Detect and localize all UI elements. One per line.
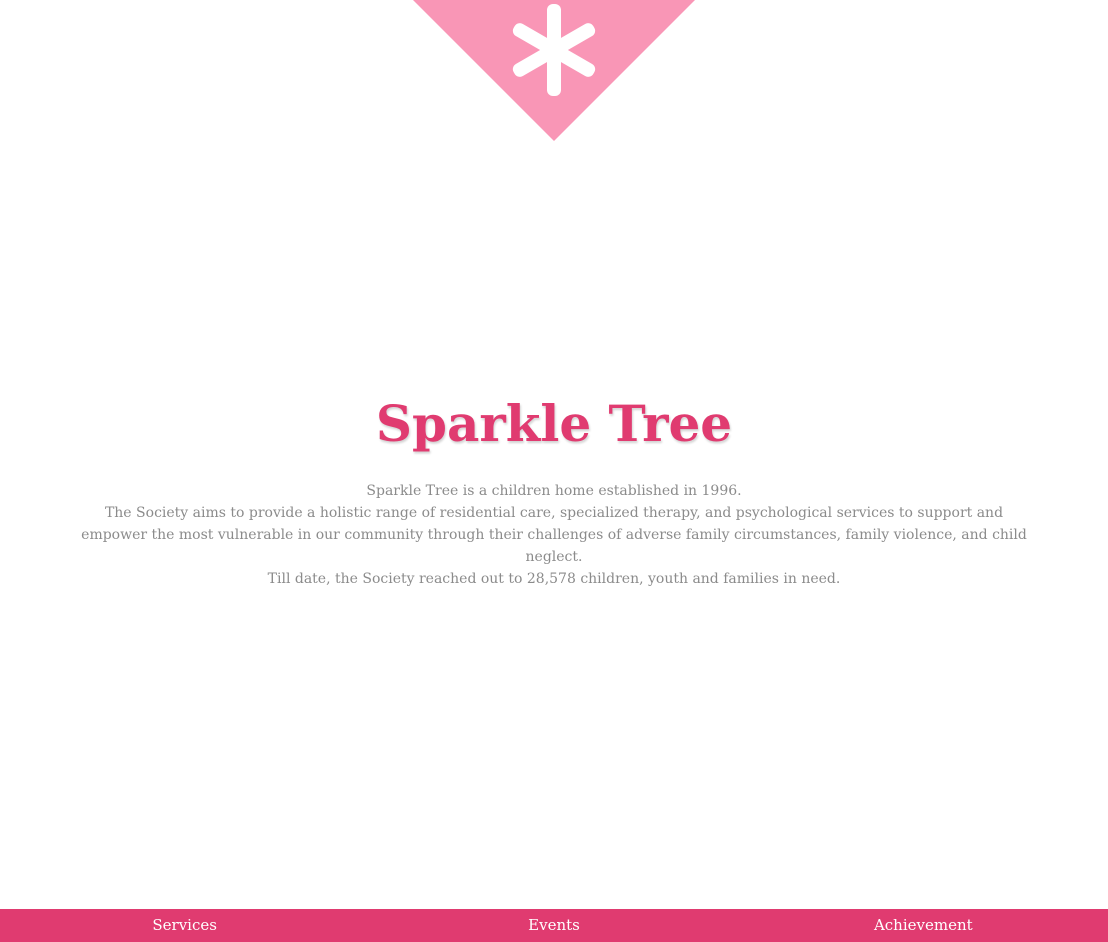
asterisk-icon: [413, 0, 695, 141]
nav-link-services[interactable]: Services: [0, 909, 369, 942]
footer-nav: Services Events Achievement: [0, 909, 1108, 942]
page: Sparkle Tree Sparkle Tree is a children …: [0, 0, 1108, 942]
intro-line-3: Till date, the Society reached out to 28…: [267, 571, 841, 587]
intro-line-1: Sparkle Tree is a children home establis…: [366, 483, 742, 499]
nav-link-events[interactable]: Events: [369, 909, 738, 942]
logo[interactable]: [413, 0, 695, 141]
page-title: Sparkle Tree: [375, 394, 733, 453]
nav-link-achievement[interactable]: Achievement: [739, 909, 1108, 942]
intro-line-2: The Society aims to provide a holistic r…: [81, 505, 1027, 565]
intro-text: Sparkle Tree is a children home establis…: [80, 480, 1028, 590]
